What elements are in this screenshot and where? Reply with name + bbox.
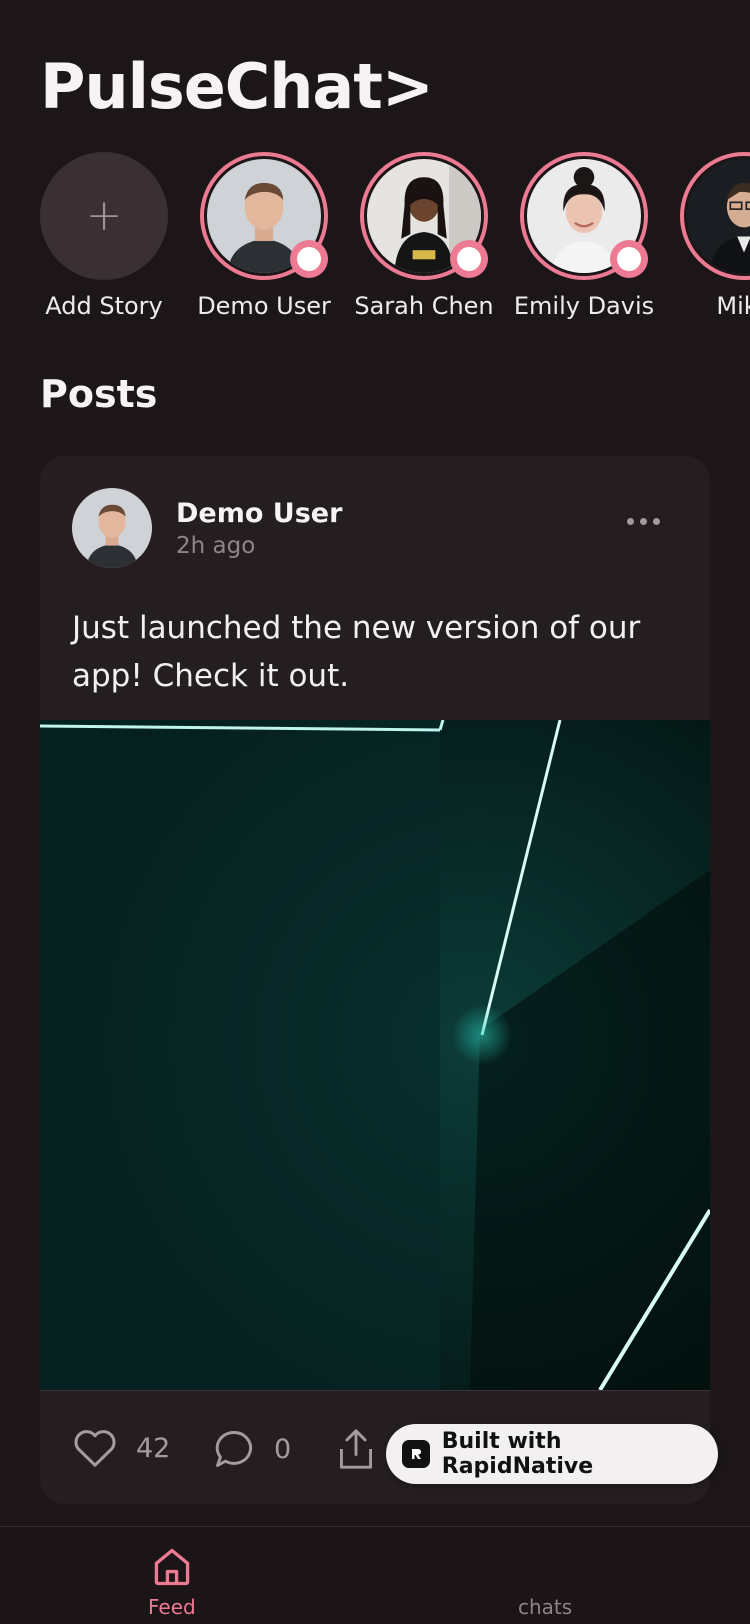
add-story-button[interactable]: + xyxy=(40,152,168,280)
built-with-badge[interactable]: Built with RapidNative xyxy=(386,1424,718,1484)
stories-row[interactable]: + Add Story Demo User Sarah Chen Emily D… xyxy=(40,152,750,322)
post-header: Demo User 2h ago xyxy=(72,488,342,568)
like-count: 42 xyxy=(136,1432,171,1464)
share-icon xyxy=(340,1429,372,1469)
online-indicator xyxy=(450,240,488,278)
add-story[interactable]: + Add Story xyxy=(40,152,168,322)
rapidnative-logo-icon xyxy=(402,1440,430,1468)
story-label: Add Story xyxy=(45,292,163,320)
story-label: Emily Davis xyxy=(513,292,655,320)
tab-bar: Feed chats xyxy=(0,1526,750,1624)
online-indicator xyxy=(290,240,328,278)
online-indicator xyxy=(610,240,648,278)
avatar xyxy=(687,159,750,273)
comment-button[interactable]: 0 xyxy=(212,1427,291,1471)
post-image[interactable] xyxy=(40,720,710,1390)
chat-icon xyxy=(523,1545,567,1589)
tab-chats[interactable]: chats xyxy=(518,1545,572,1619)
story-label: Mike xyxy=(716,292,750,320)
avatar[interactable] xyxy=(72,488,152,568)
built-with-text: Built with RapidNative xyxy=(441,1429,594,1479)
tab-label: chats xyxy=(518,1595,573,1619)
post-author[interactable]: Demo User xyxy=(176,498,342,529)
tab-label: Feed xyxy=(148,1595,196,1619)
story-label: Sarah Chen xyxy=(354,292,494,320)
posts-heading: Posts xyxy=(40,372,158,416)
story-item[interactable]: Demo User xyxy=(197,152,331,322)
story-label: Demo User xyxy=(197,292,331,320)
share-button[interactable] xyxy=(336,1427,376,1471)
post-timestamp: 2h ago xyxy=(176,532,256,559)
story-item[interactable]: Emily Davis xyxy=(514,152,654,322)
more-options-icon[interactable] xyxy=(627,518,660,525)
tab-feed[interactable]: Feed xyxy=(148,1545,196,1619)
post-card[interactable]: Demo User 2h ago Just launched the new v… xyxy=(40,456,710,1504)
story-item[interactable]: Mike xyxy=(680,152,750,322)
home-icon xyxy=(154,1548,190,1586)
like-button[interactable]: 42 xyxy=(72,1427,170,1469)
comment-count: 0 xyxy=(274,1433,292,1465)
heart-icon xyxy=(74,1430,116,1467)
comment-icon xyxy=(215,1431,252,1467)
story-item[interactable]: Sarah Chen xyxy=(354,152,494,322)
app-title: PulseChat> xyxy=(40,50,434,123)
plus-icon: + xyxy=(85,190,123,241)
post-text: Just launched the new version of our app… xyxy=(72,610,641,694)
